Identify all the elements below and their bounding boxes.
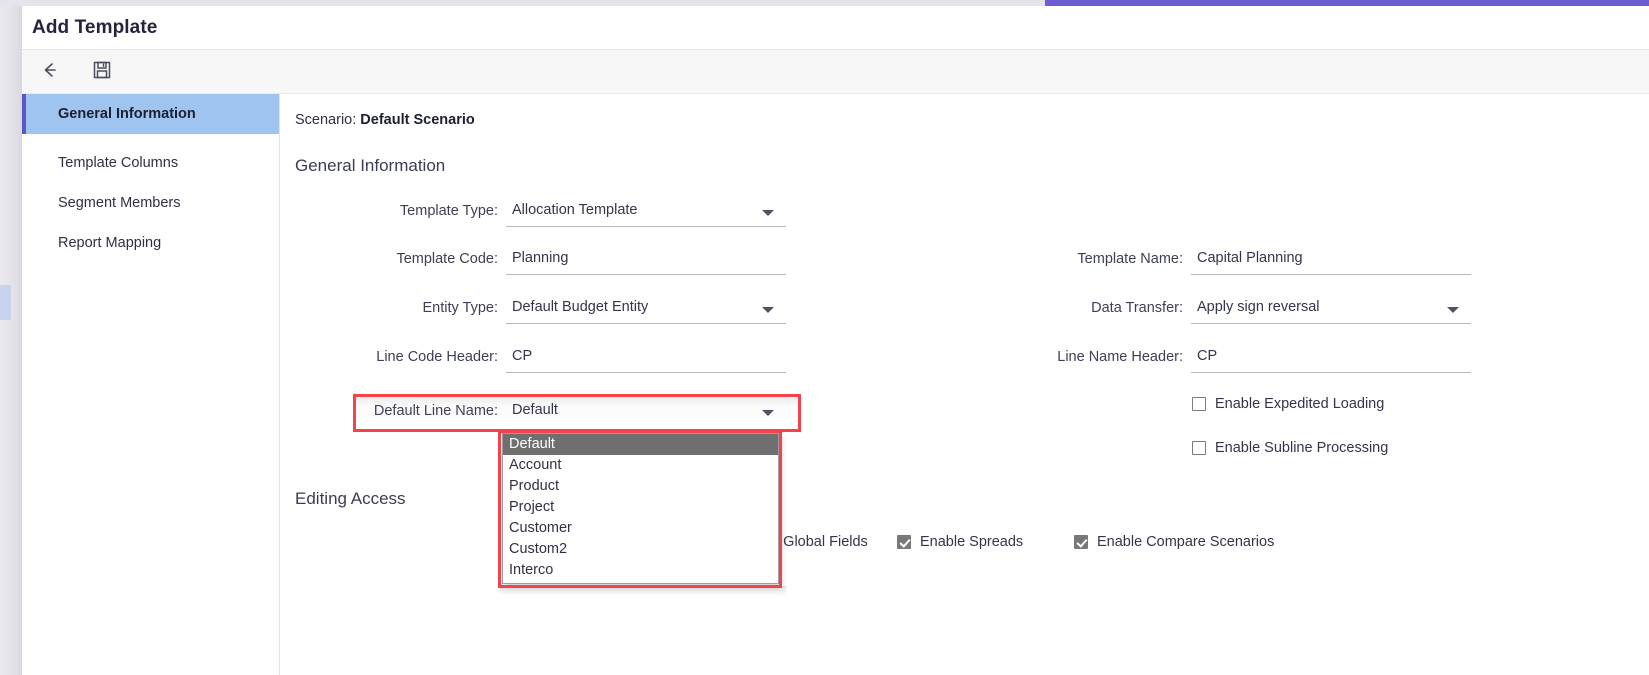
- dropdown-option[interactable]: Project: [503, 497, 778, 518]
- section-title-general-information: General Information: [295, 156, 446, 175]
- line-code-header-input[interactable]: CP: [506, 345, 786, 373]
- field-line-name-header: Line Name Header: CP: [1057, 345, 1471, 373]
- field-template-code: Template Code: Planning: [396, 247, 786, 275]
- dropdown-option[interactable]: Interco: [503, 560, 778, 581]
- template-type-select[interactable]: Allocation Template: [506, 199, 786, 227]
- save-button[interactable]: [87, 57, 117, 87]
- line-name-header-input[interactable]: CP: [1191, 345, 1471, 373]
- sidebar-item-general-information[interactable]: General Information: [22, 94, 279, 134]
- template-name-input[interactable]: Capital Planning: [1191, 247, 1471, 275]
- app-window: Add Template General Information Templat…: [0, 0, 1649, 675]
- template-code-input[interactable]: Planning: [506, 247, 786, 275]
- field-value: Capital Planning: [1197, 250, 1303, 266]
- field-template-type: Template Type: Allocation Template: [400, 199, 786, 227]
- dropdown-option[interactable]: Customer: [503, 518, 778, 539]
- sidebar-item-label: Report Mapping: [58, 235, 162, 251]
- dropdown-option[interactable]: Account: [503, 455, 778, 476]
- checkbox-enable-expedited-loading[interactable]: Enable Expedited Loading: [1192, 396, 1384, 412]
- sidebar-item-template-columns[interactable]: Template Columns: [22, 143, 279, 183]
- main-content: Scenario: Default Scenario General Infor…: [281, 94, 1649, 675]
- checkbox-label: Enable Spreads: [920, 534, 1024, 550]
- checkbox-label: Enable Subline Processing: [1215, 440, 1389, 456]
- field-label: Template Type:: [399, 203, 498, 219]
- field-label: Default Line Name:: [373, 403, 498, 419]
- field-default-line-name: Default Line Name: Default: [374, 399, 786, 427]
- field-line-code-header: Line Code Header: CP: [376, 345, 786, 373]
- dropdown-option[interactable]: Custom2: [503, 539, 778, 560]
- field-value: Allocation Template: [512, 202, 638, 218]
- dropdown-option[interactable]: Default: [503, 434, 778, 455]
- checkbox-enable-compare-scenarios[interactable]: Enable Compare Scenarios: [1074, 534, 1274, 550]
- outer-left-gutter: [0, 6, 22, 675]
- field-template-name: Template Name: Capital Planning: [1077, 247, 1471, 275]
- back-button[interactable]: [34, 57, 64, 87]
- checkbox-box[interactable]: [1192, 397, 1206, 411]
- checkbox-enable-spreads[interactable]: Enable Spreads: [897, 534, 1023, 550]
- sidebar-item-report-mapping[interactable]: Report Mapping: [22, 223, 279, 263]
- scenario-line: Scenario: Default Scenario: [295, 112, 475, 128]
- save-diskette-icon: [92, 60, 112, 85]
- field-label: Line Name Header:: [1057, 349, 1183, 365]
- chevron-down-icon[interactable]: [1447, 307, 1459, 313]
- field-data-transfer: Data Transfer: Apply sign reversal: [1091, 296, 1471, 324]
- field-label: Template Name:: [1077, 251, 1183, 267]
- default-line-name-select[interactable]: Default: [506, 399, 786, 427]
- checkbox-enable-subline-processing[interactable]: Enable Subline Processing: [1192, 440, 1388, 456]
- sidebar-item-label: Template Columns: [58, 155, 179, 171]
- field-value: Planning: [512, 250, 569, 266]
- sidebar-item-label: Segment Members: [58, 195, 181, 211]
- sidebar-item-label: General Information: [58, 106, 196, 122]
- checkbox-box[interactable]: [1192, 441, 1206, 455]
- left-scrollbar-thumb[interactable]: [0, 285, 11, 320]
- field-label: Template Code:: [396, 251, 498, 267]
- field-value: Apply sign reversal: [1197, 299, 1320, 315]
- dropdown-shadow: [500, 586, 786, 596]
- field-value: CP: [512, 348, 533, 364]
- chevron-down-icon[interactable]: [762, 307, 774, 313]
- chevron-down-icon[interactable]: [762, 410, 774, 416]
- section-title-editing-access: Editing Access: [295, 489, 406, 508]
- back-arrow-icon: [38, 59, 60, 86]
- field-value: Default: [512, 402, 558, 418]
- checkbox-box[interactable]: [1074, 535, 1088, 549]
- field-label: Entity Type:: [422, 300, 499, 316]
- field-entity-type: Entity Type: Default Budget Entity: [423, 296, 786, 324]
- sidebar: General Information Template Columns Seg…: [22, 94, 280, 675]
- chevron-down-icon[interactable]: [762, 210, 774, 216]
- page-title: Add Template: [32, 17, 158, 38]
- checkbox-box[interactable]: [897, 535, 911, 549]
- scenario-value: Default Scenario: [360, 112, 475, 128]
- toolbar: [22, 50, 1649, 94]
- checkbox-label: Enable Compare Scenarios: [1097, 534, 1275, 550]
- sidebar-item-segment-members[interactable]: Segment Members: [22, 183, 279, 223]
- data-transfer-select[interactable]: Apply sign reversal: [1191, 296, 1471, 324]
- field-value: Default Budget Entity: [512, 299, 649, 315]
- title-bar: Add Template: [22, 6, 1649, 50]
- dropdown-option[interactable]: Product: [503, 476, 778, 497]
- scenario-label: Scenario:: [295, 112, 357, 128]
- checkbox-label: Enable Expedited Loading: [1215, 396, 1385, 412]
- field-label: Line Code Header:: [376, 349, 498, 365]
- field-value: CP: [1197, 348, 1218, 364]
- entity-type-select[interactable]: Default Budget Entity: [506, 296, 786, 324]
- default-line-name-dropdown-list[interactable]: Default Account Product Project Customer Cust…: [502, 433, 779, 584]
- field-label: Data Transfer:: [1091, 300, 1183, 316]
